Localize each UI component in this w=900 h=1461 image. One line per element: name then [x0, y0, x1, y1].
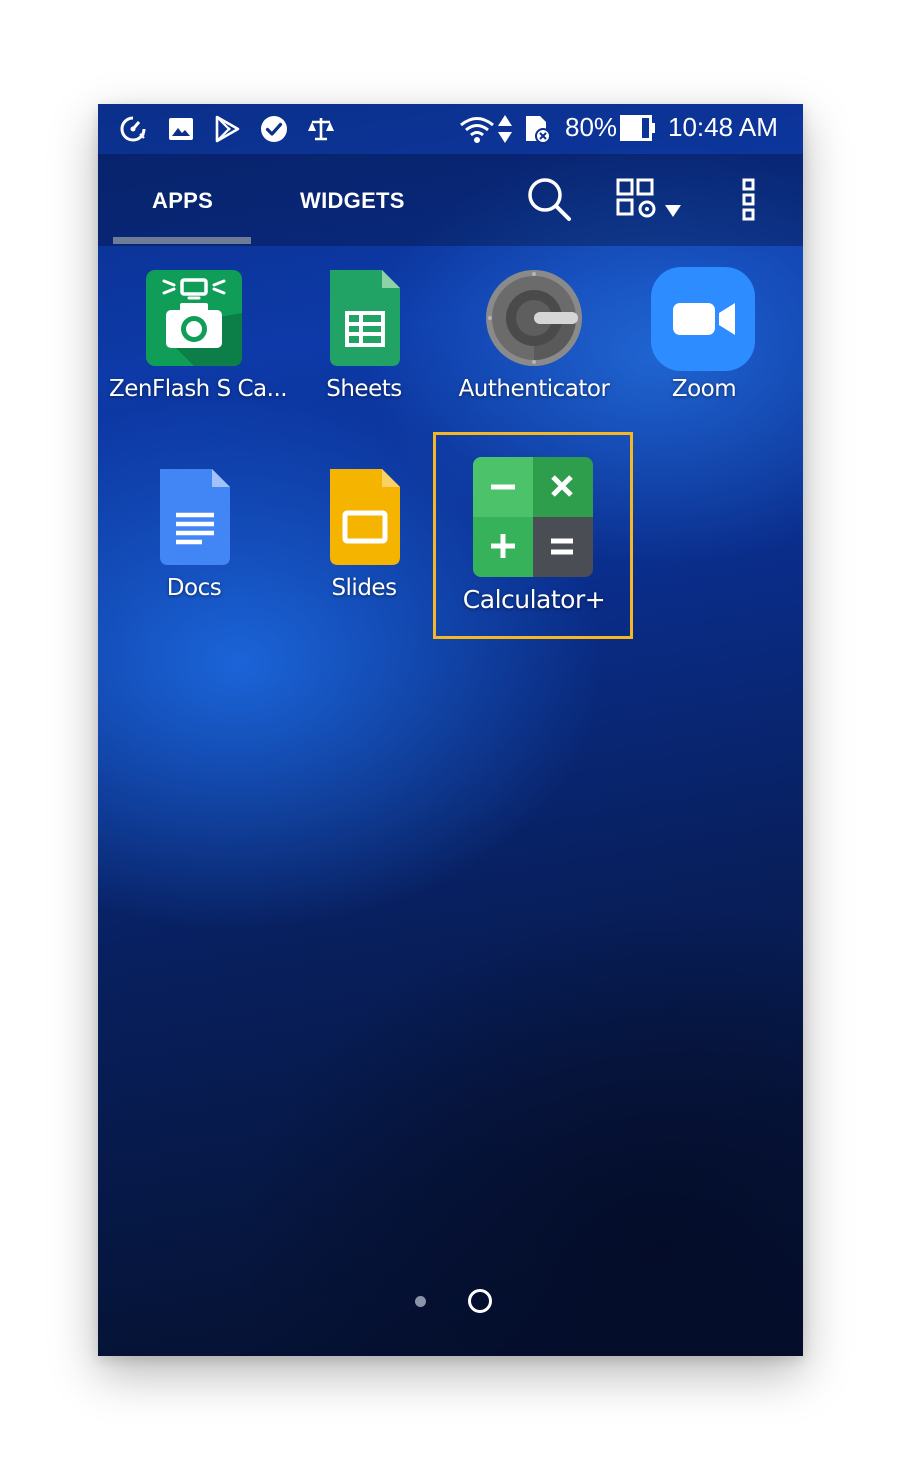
- app-authenticator[interactable]: Authenticator: [449, 268, 619, 408]
- authenticator-icon: [484, 268, 584, 368]
- app-label: Docs: [166, 575, 222, 601]
- wifi-icon: [458, 114, 496, 144]
- data-saver-icon: [118, 114, 148, 144]
- slides-icon: [314, 467, 414, 567]
- app-label: Calculator+: [462, 585, 606, 614]
- phone-screen: 80% 10:48 AM APPS WIDGETS ZenFlash S Ca.…: [98, 104, 803, 1356]
- page-dot-1[interactable]: [415, 1296, 426, 1307]
- data-arrows-icon: [496, 114, 514, 144]
- no-sd-card-icon: [522, 114, 552, 144]
- sheets-icon: [314, 268, 414, 368]
- grid-settings-button[interactable]: [616, 178, 662, 222]
- image-icon: [166, 114, 196, 144]
- app-calculator-plus[interactable]: Calculator+: [449, 457, 619, 617]
- play-store-icon: [212, 114, 242, 144]
- calculator-icon: [473, 457, 593, 577]
- scale-icon: [306, 114, 336, 144]
- app-label: ZenFlash S Ca...: [109, 376, 288, 402]
- app-label: Sheets: [326, 376, 402, 402]
- app-label: Zoom: [671, 376, 737, 402]
- battery-percent: 80%: [565, 112, 618, 142]
- check-circle-icon: [259, 114, 289, 144]
- app-docs[interactable]: Docs: [109, 467, 279, 607]
- active-tab-indicator: [113, 237, 251, 244]
- app-drawer-header: APPS WIDGETS: [98, 154, 803, 246]
- zenflash-camera-icon: [144, 268, 244, 368]
- dropdown-arrow-icon[interactable]: [664, 204, 682, 218]
- clock: 10:48 AM: [668, 112, 778, 142]
- more-options-button[interactable]: [742, 178, 756, 222]
- app-slides[interactable]: Slides: [279, 467, 449, 607]
- page-dot-2-current[interactable]: [468, 1289, 492, 1313]
- page-indicator: [98, 1286, 803, 1316]
- app-zenflash[interactable]: ZenFlash S Ca...: [109, 268, 288, 408]
- app-zoom[interactable]: Zoom: [619, 265, 789, 408]
- search-button[interactable]: [524, 174, 574, 224]
- app-label: Authenticator: [458, 376, 610, 402]
- zoom-icon: [649, 265, 757, 373]
- search-icon: [528, 178, 571, 221]
- status-bar: 80% 10:48 AM: [98, 104, 803, 154]
- docs-icon: [144, 467, 244, 567]
- battery-icon: [620, 115, 656, 141]
- grid-settings-icon: [616, 178, 656, 218]
- app-sheets[interactable]: Sheets: [279, 268, 449, 408]
- app-label: Slides: [331, 575, 397, 601]
- more-options-icon: [742, 178, 755, 221]
- tab-widgets[interactable]: WIDGETS: [300, 188, 405, 214]
- tab-apps[interactable]: APPS: [152, 188, 213, 214]
